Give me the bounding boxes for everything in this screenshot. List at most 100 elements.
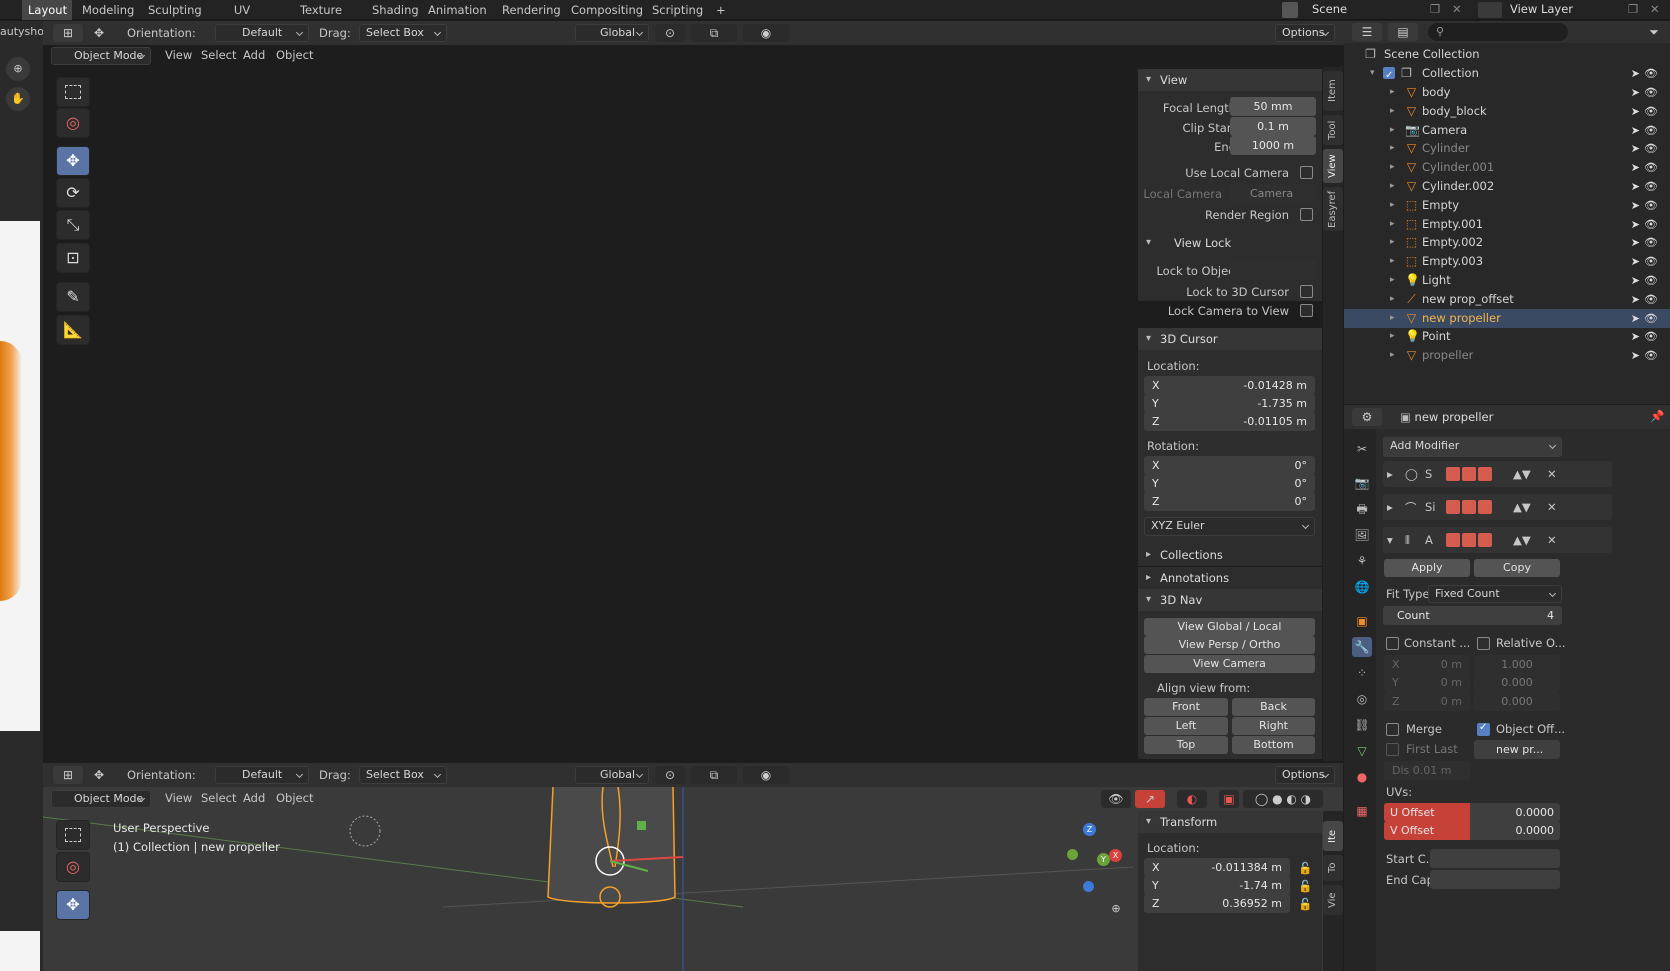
scene-props-icon[interactable]: ⚘	[1352, 551, 1372, 571]
physics-props-icon[interactable]: ◎	[1352, 689, 1372, 709]
outliner-item[interactable]: ▸ ▽ new propeller ➤ 👁	[1344, 308, 1670, 328]
scene-copy-icon[interactable]: ❐	[1430, 2, 1440, 16]
hand-icon[interactable]: ✋	[6, 87, 30, 111]
gizmo-x-ball[interactable]: X	[1113, 108, 1127, 122]
view-global-local-button[interactable]: View Global / Local	[1144, 618, 1315, 636]
bottom-pivot-icon[interactable]: ⊙	[655, 766, 685, 784]
constraints-props-icon[interactable]: ⛓	[1352, 715, 1372, 735]
camera-view-icon[interactable]: 🎥	[1103, 211, 1127, 235]
annotations-panel-header[interactable]: Annotations	[1138, 567, 1322, 589]
cursor-panel-header[interactable]: 3D Cursor	[1138, 328, 1322, 350]
snap-icon[interactable]: ⧉	[691, 24, 737, 42]
relative-x-field[interactable]: 1.000	[1474, 655, 1560, 674]
scale-tool[interactable]: ⤡	[56, 210, 90, 240]
bottom-gizmo-z-ball[interactable]: Z	[1083, 823, 1096, 836]
fit-type-dropdown[interactable]: Fixed Count	[1428, 585, 1562, 603]
relative-offset-checkbox[interactable]	[1477, 637, 1490, 650]
lock-to-object-field[interactable]	[1230, 260, 1316, 279]
bottom-snap-icon[interactable]: ⧉	[691, 766, 737, 784]
render-props-icon[interactable]: 📷	[1352, 473, 1372, 493]
eye-icon[interactable]: 👁	[1644, 290, 1658, 309]
selectable-icon[interactable]: ➤	[1631, 290, 1640, 309]
transform-z-field[interactable]: Z 0.36952 m	[1144, 894, 1290, 913]
focal-length-field[interactable]: 50 mm	[1230, 97, 1316, 116]
offset-object-field[interactable]: new pr...	[1474, 740, 1560, 759]
tab-layout[interactable]: Layout	[22, 0, 72, 20]
outliner-item[interactable]: ▸ ▽ Cylinder.001 ➤ 👁	[1344, 158, 1670, 177]
bottom-visibility-icon[interactable]: 👁	[1101, 790, 1131, 808]
tool-props-icon[interactable]: ✂	[1352, 439, 1372, 459]
view-lock-header[interactable]: View Lock	[1138, 232, 1322, 254]
eye-icon[interactable]: 👁	[1644, 158, 1658, 177]
gizmo-z-ball[interactable]: Z	[1085, 77, 1099, 91]
constant-z-field[interactable]: Z0 m	[1384, 692, 1470, 711]
bottom-gizmo-neg-y-ball[interactable]	[1067, 849, 1078, 860]
tab-view[interactable]: View	[1323, 149, 1343, 183]
modifier-row-3[interactable]: ▾ ⫴ A ▲▼ ✕	[1383, 527, 1612, 553]
measure-tool[interactable]: 📐	[56, 315, 90, 345]
relative-z-field[interactable]: 0.000	[1474, 692, 1560, 711]
selectable-icon[interactable]: ➤	[1631, 215, 1640, 234]
bottom-transform-gizmo-icon[interactable]: ✥	[89, 766, 109, 784]
nav-panel-header[interactable]: 3D Nav	[1138, 589, 1322, 611]
clip-end-field[interactable]: 1000 m	[1230, 136, 1316, 155]
lock-z-icon[interactable]: 🔓	[1298, 897, 1312, 911]
navigation-gizmo[interactable]: Z Y X	[1053, 75, 1133, 155]
clip-start-field[interactable]: 0.1 m	[1230, 117, 1316, 136]
outliner-item[interactable]: ▸ 📷 Camera ➤ 👁	[1344, 121, 1670, 140]
eye-icon[interactable]: 👁	[1644, 346, 1658, 365]
outliner-item[interactable]: ▸ 💡 Point ➤ 👁	[1344, 327, 1670, 346]
outliner-item[interactable]: ▸ ▽ body ➤ 👁	[1344, 83, 1670, 102]
particles-props-icon[interactable]: ⁘	[1352, 663, 1372, 683]
pin-icon[interactable]: 📌	[1650, 409, 1664, 423]
filter-icon[interactable]: ⏷	[1644, 23, 1664, 41]
gizmo-plane-handle[interactable]	[722, 367, 731, 376]
scene-close-icon[interactable]: ✕	[1452, 2, 1462, 16]
data-props-icon[interactable]: ▽	[1352, 741, 1372, 761]
outliner-item[interactable]: ▸ ▽ body_block ➤ 👁	[1344, 102, 1670, 121]
annotate-tool[interactable]: ✎	[56, 282, 90, 312]
lock-to-cursor-checkbox[interactable]	[1300, 285, 1313, 298]
bottom-gizmo-toggle-icon[interactable]: ↗	[1135, 790, 1165, 808]
constant-x-field[interactable]: X0 m	[1384, 655, 1470, 674]
selectable-icon[interactable]: ➤	[1631, 121, 1640, 140]
viewport-3d[interactable]: Front Orthographic (1) Collection | new …	[43, 45, 1323, 761]
bottom-gizmo-x-ball[interactable]: X	[1109, 849, 1122, 862]
world-props-icon[interactable]: 🌐	[1352, 577, 1372, 597]
bottom-options-dropdown[interactable]: Options	[1275, 766, 1335, 784]
bottom-cursor-tool[interactable]: ◎	[56, 852, 90, 882]
eye-icon[interactable]: 👁	[1644, 233, 1658, 252]
bottom-tab-tool[interactable]: To	[1323, 855, 1343, 881]
view-persp-ortho-button[interactable]: View Persp / Ortho	[1144, 636, 1315, 654]
proportional-edit-icon[interactable]: ◉	[743, 24, 789, 42]
render-region-checkbox[interactable]	[1300, 208, 1313, 221]
cursor-ry-field[interactable]: Y 0°	[1144, 474, 1315, 493]
lock-x-icon[interactable]: 🔓	[1298, 861, 1312, 875]
options-dropdown[interactable]: Options	[1275, 24, 1335, 42]
bottom-shading-icons[interactable]: ◯ ● ◐ ◑	[1243, 790, 1323, 808]
tab-scripting[interactable]: Scripting	[646, 0, 706, 20]
collections-panel-header[interactable]: Collections	[1138, 544, 1322, 566]
view-layer-copy-icon[interactable]: ❐	[1628, 2, 1638, 16]
u-offset-field[interactable]: U Offset 0.0000	[1384, 803, 1560, 822]
count-field[interactable]: Count 4	[1383, 606, 1562, 625]
output-props-icon[interactable]: 🖶	[1352, 499, 1372, 519]
selectable-icon[interactable]: ➤	[1631, 102, 1640, 121]
use-local-camera-checkbox[interactable]	[1300, 166, 1313, 179]
cursor-x-field[interactable]: X -0.01428 m	[1144, 376, 1315, 395]
tab-shading[interactable]: Shading	[366, 0, 419, 20]
menu-view[interactable]: View	[165, 48, 192, 62]
cursor-z-field[interactable]: Z -0.01105 m	[1144, 412, 1315, 431]
selectable-icon[interactable]: ➤	[1631, 196, 1640, 215]
constant-y-field[interactable]: Y0 m	[1384, 673, 1470, 692]
tab-item[interactable]: Item	[1323, 71, 1343, 111]
outliner-item[interactable]: ▸ ⬚ Empty ➤ 👁	[1344, 196, 1670, 215]
selectable-icon[interactable]: ➤	[1631, 252, 1640, 271]
tab-animation[interactable]: Animation	[422, 0, 492, 20]
relative-y-field[interactable]: 0.000	[1474, 673, 1560, 692]
view-layer-props-icon[interactable]: 🖼	[1352, 525, 1372, 545]
bottom-mode-dropdown[interactable]: Object Mode	[51, 790, 151, 808]
zoom-view-icon[interactable]: ⊕	[1103, 155, 1127, 179]
select-box-tool[interactable]	[56, 77, 90, 107]
merge-distance-field[interactable]: Dis 0.01 m	[1384, 761, 1470, 780]
